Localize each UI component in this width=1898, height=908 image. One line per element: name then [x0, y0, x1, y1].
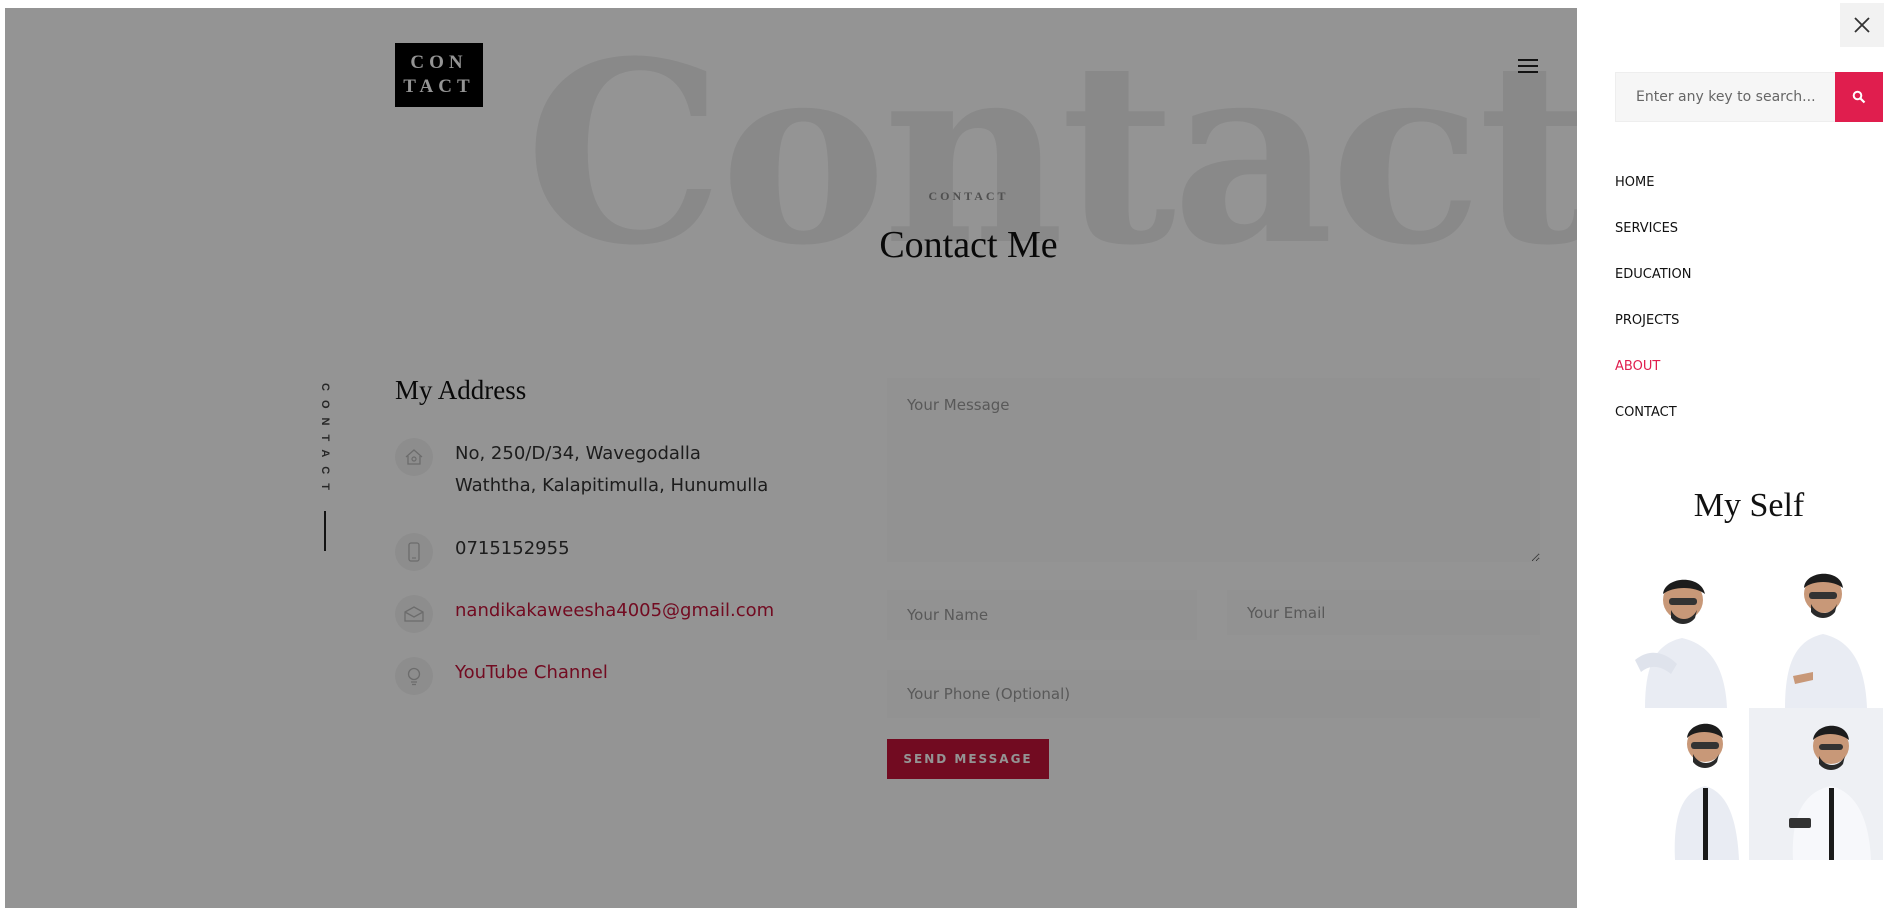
- gallery-photo[interactable]: [1615, 556, 1749, 708]
- logo-line-2: TACT: [403, 76, 475, 97]
- address-title: My Address: [395, 375, 527, 405]
- send-message-button[interactable]: SEND MESSAGE: [887, 739, 1049, 779]
- address-line-2: Waththa, Kalapitimulla, Hunumulla: [455, 475, 769, 496]
- search-input[interactable]: [1615, 72, 1835, 122]
- nav-item-services[interactable]: SERVICES: [1615, 221, 1691, 267]
- address-row: No, 250/D/34, Wavegodalla Waththa, Kalap…: [395, 438, 768, 502]
- mail-icon: [395, 595, 433, 633]
- search-box: [1615, 72, 1883, 122]
- email-link[interactable]: nandikakaweesha4005@gmail.com: [455, 595, 774, 627]
- logo[interactable]: CON TACT: [395, 43, 483, 107]
- myself-title: My Self: [1693, 487, 1805, 524]
- nav-item-home[interactable]: HOME: [1615, 175, 1691, 221]
- nav-item-projects[interactable]: PROJECTS: [1615, 313, 1691, 359]
- nav-item-contact[interactable]: CONTACT: [1615, 405, 1691, 451]
- gallery-photo[interactable]: [1749, 556, 1883, 708]
- side-vertical-label: CONTACT: [318, 383, 332, 551]
- gallery-photo[interactable]: [1615, 708, 1749, 860]
- email-field[interactable]: [1227, 590, 1540, 635]
- gallery-photo[interactable]: [1749, 708, 1883, 860]
- address-line-1: No, 250/D/34, Wavegodalla: [455, 443, 701, 464]
- youtube-row: YouTube Channel: [395, 657, 608, 695]
- side-vertical-line: [324, 510, 326, 551]
- phone-field[interactable]: [887, 670, 1540, 718]
- phone-row: 0715152955: [395, 533, 570, 571]
- nav-item-education[interactable]: EDUCATION: [1615, 267, 1691, 313]
- name-field[interactable]: [887, 590, 1197, 640]
- message-field[interactable]: [887, 378, 1540, 562]
- logo-line-1: CON: [410, 52, 468, 73]
- phone-text: 0715152955: [455, 538, 570, 559]
- youtube-link[interactable]: YouTube Channel: [455, 657, 608, 689]
- side-vertical-text: CONTACT: [319, 383, 331, 499]
- home-icon: [395, 438, 433, 476]
- section-title: Contact Me: [879, 224, 1058, 266]
- section-label: CONTACT: [928, 189, 1009, 203]
- contact-page: Contact CON TACT CONTACT Contact Me CONT…: [5, 8, 1577, 908]
- address-text: No, 250/D/34, Wavegodalla Waththa, Kalap…: [455, 438, 768, 502]
- email-row: nandikakaweesha4005@gmail.com: [395, 595, 774, 633]
- search-button[interactable]: [1835, 72, 1883, 122]
- nav-item-about[interactable]: ABOUT: [1615, 359, 1691, 405]
- bulb-icon: [395, 657, 433, 695]
- menu-icon[interactable]: [1516, 56, 1540, 76]
- close-icon[interactable]: [1840, 3, 1884, 47]
- phone-icon: [395, 533, 433, 571]
- side-nav: HOME SERVICES EDUCATION PROJECTS ABOUT C…: [1615, 175, 1691, 451]
- search-icon: [1852, 90, 1866, 104]
- photo-gallery: [1615, 556, 1883, 860]
